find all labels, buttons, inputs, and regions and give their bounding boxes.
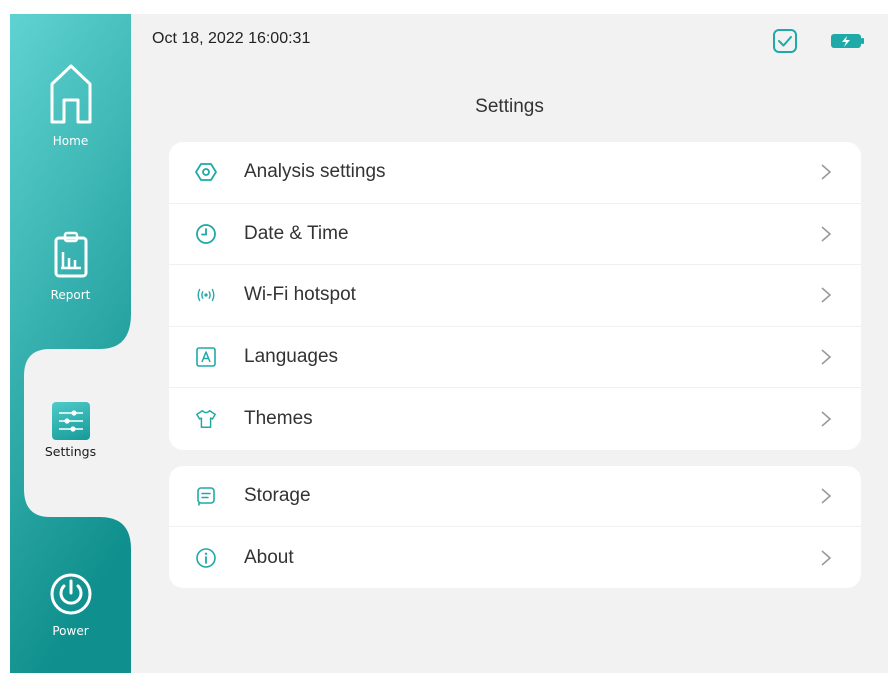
report-icon — [53, 230, 89, 284]
sidebar-item-home[interactable]: Home — [10, 62, 131, 148]
shirt-icon — [195, 408, 217, 430]
settings-group-system: Storage About — [169, 466, 861, 588]
power-icon — [49, 572, 93, 620]
sidebar: Home Report Settings Power — [10, 14, 131, 673]
menu-item-analysis-settings[interactable]: Analysis settings — [169, 142, 861, 204]
menu-item-wifi-hotspot[interactable]: Wi-Fi hotspot — [169, 265, 861, 327]
chevron-right-icon — [821, 488, 832, 504]
sidebar-item-report[interactable]: Report — [10, 230, 131, 302]
battery-charging-icon — [830, 32, 866, 54]
hexagon-icon — [195, 161, 217, 183]
menu-item-label: Storage — [244, 485, 311, 506]
clock-icon — [195, 223, 217, 245]
sidebar-item-label: Settings — [44, 444, 97, 459]
menu-item-storage[interactable]: Storage — [169, 466, 861, 527]
chevron-right-icon — [821, 411, 832, 427]
sidebar-item-label: Report — [50, 288, 91, 302]
menu-item-date-time[interactable]: Date & Time — [169, 204, 861, 266]
page-title: Settings — [475, 96, 544, 117]
menu-item-label: Themes — [244, 408, 313, 430]
sidebar-item-label: Home — [52, 134, 89, 148]
menu-item-label: About — [244, 546, 294, 568]
menu-item-about[interactable]: About — [169, 527, 861, 588]
menu-item-label: Languages — [244, 346, 339, 368]
info-icon — [195, 547, 217, 569]
wifi-hotspot-icon — [195, 284, 217, 306]
sidebar-item-label: Power — [52, 624, 89, 638]
sidebar-item-settings[interactable]: Settings — [10, 402, 131, 459]
sidebar-item-power[interactable]: Power — [10, 572, 131, 638]
sliders-icon — [51, 402, 90, 440]
chevron-right-icon — [821, 349, 832, 365]
menu-item-themes[interactable]: Themes — [169, 388, 861, 450]
device-screen: Home Report Settings Power Oct 18, 2022 … — [10, 14, 888, 673]
menu-item-label: Analysis settings — [244, 161, 386, 183]
chevron-right-icon — [821, 164, 832, 180]
language-icon — [195, 346, 217, 368]
menu-item-languages[interactable]: Languages — [169, 327, 861, 389]
chevron-right-icon — [821, 287, 832, 304]
home-icon — [48, 62, 94, 130]
chevron-right-icon — [821, 549, 832, 566]
check-icon — [772, 28, 798, 58]
menu-item-label: Date & Time — [244, 222, 349, 244]
settings-group-general: Analysis settings Date & Time Wi-Fi hots… — [169, 142, 861, 450]
storage-icon — [195, 485, 217, 507]
chevron-right-icon — [821, 226, 832, 242]
menu-item-label: Wi-Fi hotspot — [244, 284, 356, 306]
datetime-display: Oct 18, 2022 16:00:31 — [152, 30, 311, 47]
